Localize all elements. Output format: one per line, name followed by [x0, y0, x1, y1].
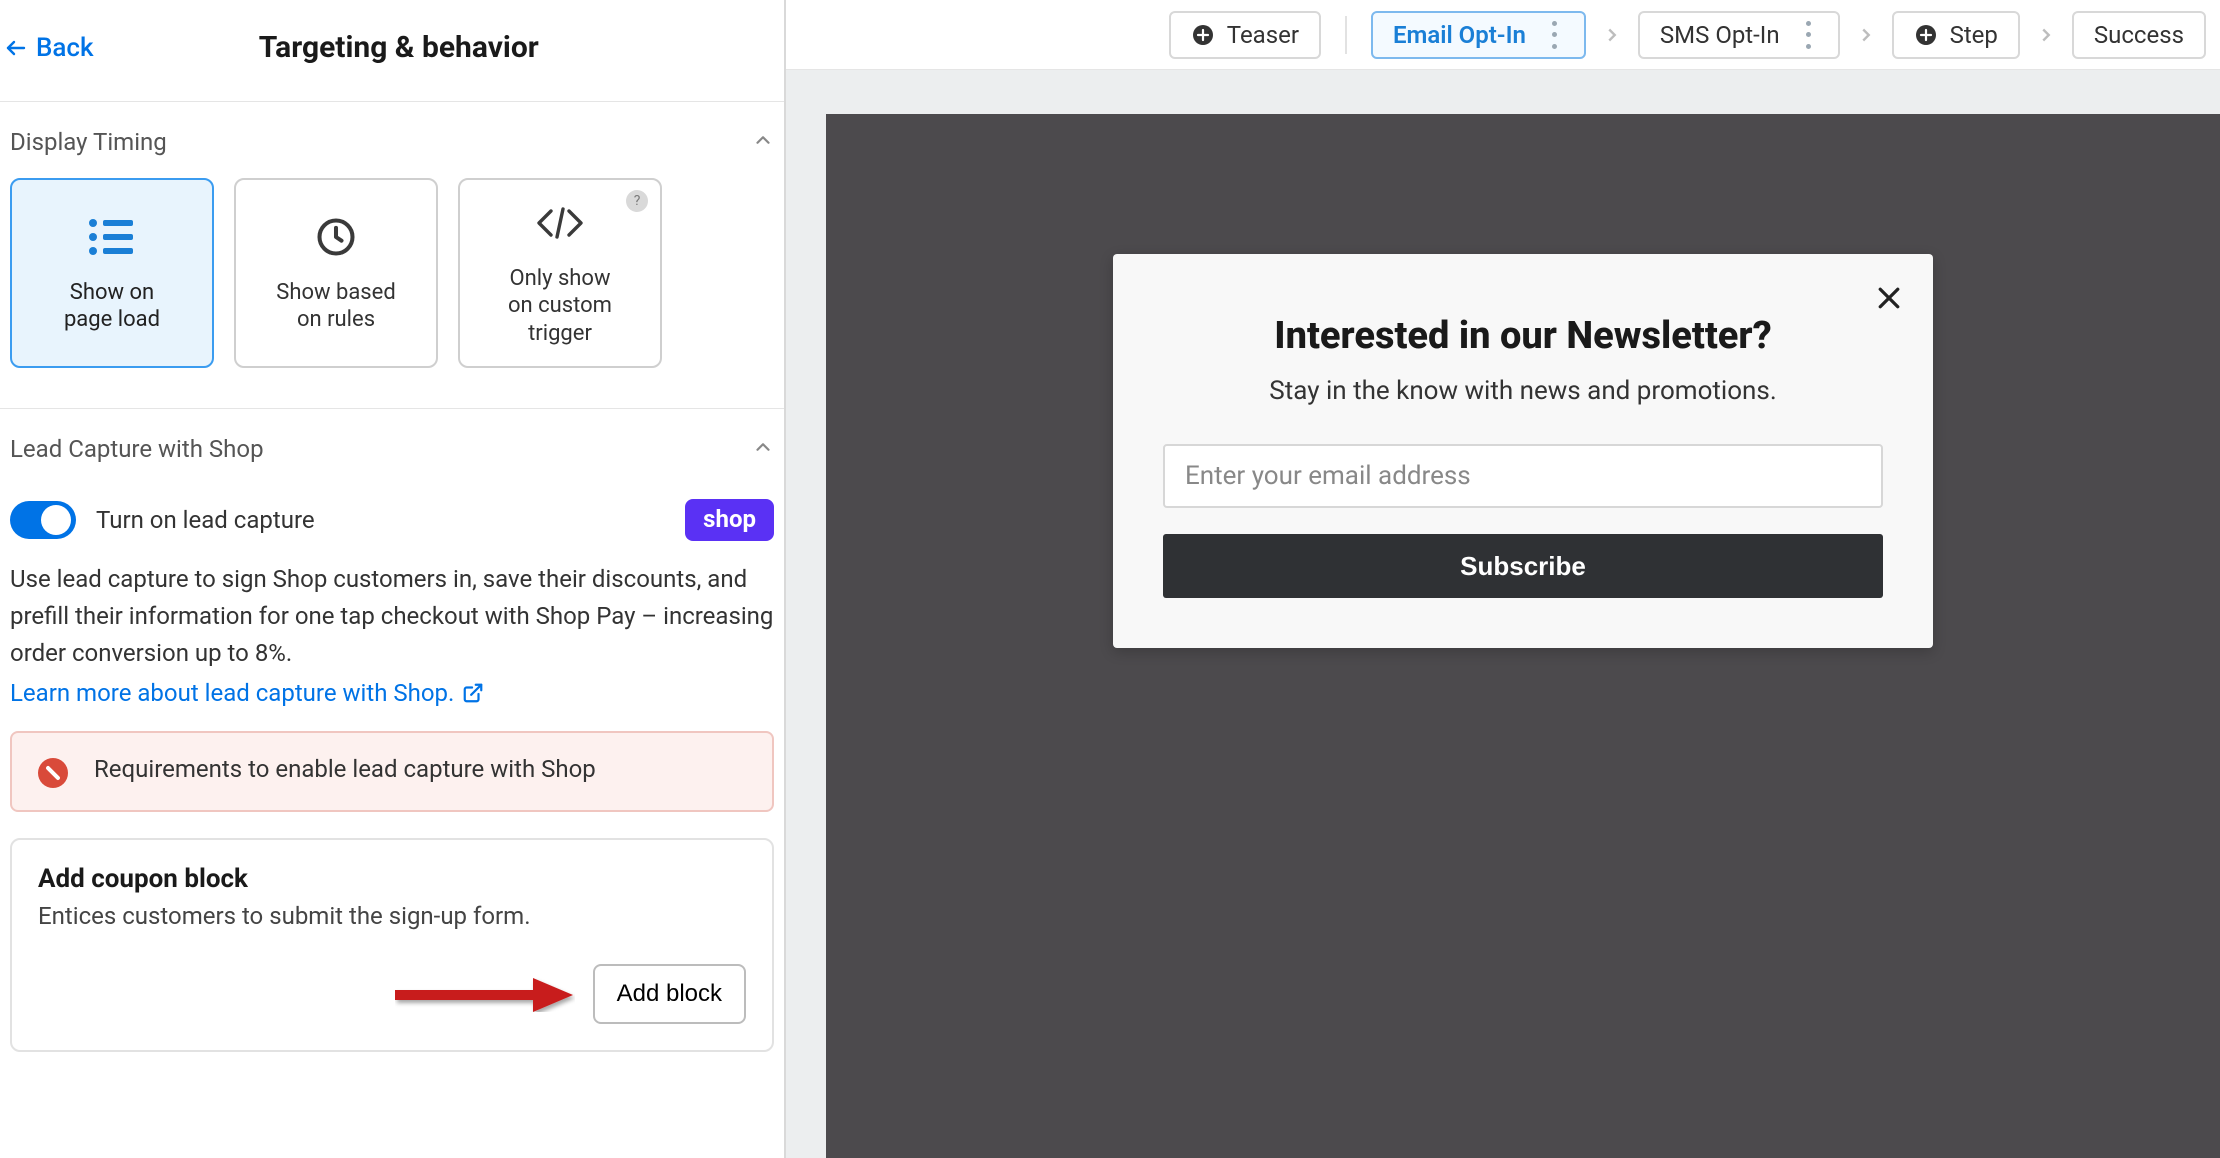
chevron-up-icon [752, 436, 774, 462]
shop-badge: shop [685, 499, 774, 541]
lead-capture-toggle[interactable] [10, 501, 76, 539]
preview-canvas-wrap: Interested in our Newsletter? Stay in th… [786, 70, 2220, 1158]
plus-circle-icon [1191, 23, 1215, 47]
code-icon [533, 199, 587, 247]
section-lead-capture: Lead Capture with Shop Turn on lead capt… [0, 409, 784, 1080]
email-placeholder: Enter your email address [1185, 461, 1471, 491]
step-label: Teaser [1227, 21, 1299, 49]
step-success[interactable]: Success [2072, 11, 2206, 59]
preview-stage: Interested in our Newsletter? Stay in th… [826, 114, 2220, 1158]
email-input[interactable]: Enter your email address [1163, 444, 1883, 508]
newsletter-popup: Interested in our Newsletter? Stay in th… [1113, 254, 1933, 648]
close-button[interactable] [1867, 276, 1911, 320]
toggle-label: Turn on lead capture [96, 506, 315, 534]
learn-more-link[interactable]: Learn more about lead capture with Shop. [10, 679, 484, 707]
coupon-desc: Entices customers to submit the sign-up … [38, 902, 746, 930]
timing-option-label: Show on page load [54, 279, 170, 334]
step-divider [1345, 16, 1347, 54]
section-title: Display Timing [10, 128, 167, 156]
section-title: Lead Capture with Shop [10, 435, 264, 463]
more-menu-icon[interactable] [1546, 21, 1564, 49]
timing-option-label: Show based on rules [266, 279, 405, 334]
form-steps-bar: Teaser Email Opt-In SMS Opt-In Step [786, 0, 2220, 70]
lead-capture-description: Use lead capture to sign Shop customers … [10, 561, 774, 679]
timing-option-custom-trigger[interactable]: ? Only show on custom trigger [458, 178, 662, 368]
help-icon[interactable]: ? [626, 190, 648, 212]
preview-area: Teaser Email Opt-In SMS Opt-In Step [786, 0, 2220, 1158]
panel-header: Back Targeting & behavior [0, 0, 784, 102]
step-label: SMS Opt-In [1660, 21, 1780, 49]
list-icon [87, 213, 137, 261]
more-menu-icon[interactable] [1800, 21, 1818, 49]
chevron-up-icon [752, 129, 774, 155]
step-add-step[interactable]: Step [1892, 11, 2020, 59]
timing-options: Show on page load Show based on rules ? [10, 178, 774, 408]
chevron-right-icon [1600, 23, 1624, 47]
subscribe-button[interactable]: Subscribe [1163, 534, 1883, 598]
timing-option-label: Only show on custom trigger [498, 265, 622, 348]
step-label: Success [2094, 21, 2184, 49]
timing-option-page-load[interactable]: Show on page load [10, 178, 214, 368]
section-header-lead-capture[interactable]: Lead Capture with Shop [10, 409, 774, 485]
pointer-arrow-annotation [395, 976, 575, 1012]
step-label: Step [1950, 21, 1998, 49]
blocked-icon [38, 758, 68, 788]
add-coupon-block-card: Add coupon block Entices customers to su… [10, 838, 774, 1052]
popup-subheading: Stay in the know with news and promotion… [1163, 376, 1883, 406]
step-sms-optin[interactable]: SMS Opt-In [1638, 11, 1840, 59]
coupon-title: Add coupon block [38, 864, 746, 894]
chevron-right-icon [1854, 23, 1878, 47]
step-label: Email Opt-In [1393, 21, 1526, 49]
requirements-warning[interactable]: Requirements to enable lead capture with… [10, 731, 774, 812]
clock-icon [314, 213, 358, 261]
external-link-icon [462, 682, 484, 704]
learn-more-label: Learn more about lead capture with Shop. [10, 679, 454, 707]
page-title: Targeting & behavior [24, 30, 774, 65]
plus-circle-icon [1914, 23, 1938, 47]
section-header-display-timing[interactable]: Display Timing [10, 102, 774, 178]
section-display-timing: Display Timing Show on [0, 102, 784, 409]
step-teaser[interactable]: Teaser [1169, 11, 1321, 59]
lead-capture-toggle-row: Turn on lead capture shop [10, 485, 774, 561]
popup-heading: Interested in our Newsletter? [1163, 314, 1883, 358]
settings-panel: Back Targeting & behavior Display Timing [0, 0, 786, 1158]
step-email-optin[interactable]: Email Opt-In [1371, 11, 1586, 59]
warning-text: Requirements to enable lead capture with… [94, 755, 596, 783]
timing-option-rules[interactable]: Show based on rules [234, 178, 438, 368]
add-block-button[interactable]: Add block [593, 964, 746, 1024]
chevron-right-icon [2034, 23, 2058, 47]
close-icon [1874, 283, 1904, 313]
